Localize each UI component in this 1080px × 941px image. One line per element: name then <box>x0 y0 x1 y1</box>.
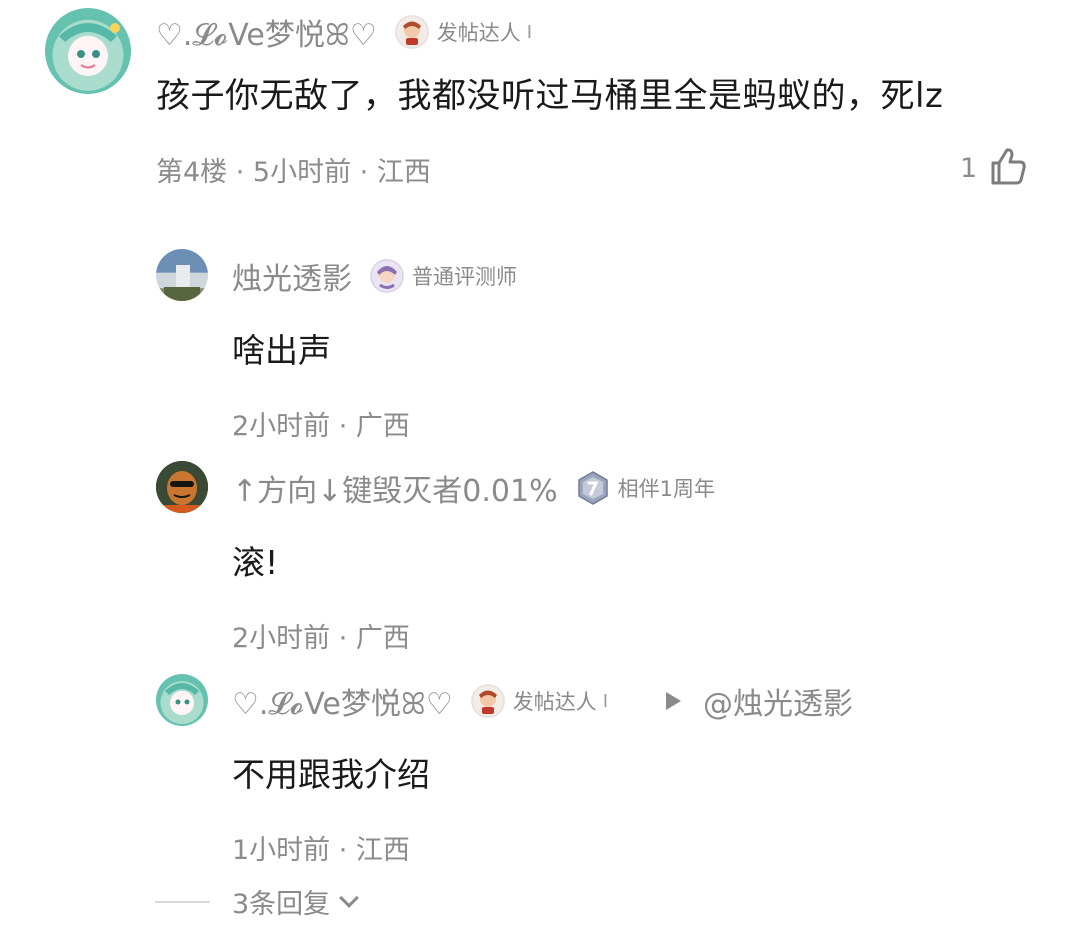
reply-header: 烛光透影 普通评测师 <box>232 254 517 298</box>
username[interactable]: ↑方向↓键毁灭者0.01% <box>232 466 558 510</box>
reply-arrow-icon <box>666 692 682 710</box>
badge-icon <box>470 684 505 718</box>
badge-label: 普通评测师 <box>412 265 517 289</box>
username[interactable]: 烛光透影 <box>232 254 352 298</box>
avatar[interactable] <box>45 8 131 94</box>
badge-label: 发帖达人 <box>436 21 521 45</box>
badge-icon <box>394 15 429 49</box>
comment-text: 孩子你无敌了，我都没听过马桶里全是蚂蚁的，死lz <box>156 76 944 116</box>
avatar[interactable] <box>156 674 208 726</box>
reply-text: 滚! <box>232 543 279 582</box>
chevron-down-icon <box>339 887 360 908</box>
badge-icon <box>370 259 404 293</box>
reply-meta: 2小时前 · 广西 <box>232 411 410 442</box>
reply-text: 不用跟我介绍 <box>232 755 430 794</box>
user-badge[interactable]: 普通评测师 <box>370 259 517 293</box>
expand-replies-button[interactable]: 3条回复 <box>155 882 360 921</box>
badge-separator: I <box>526 21 533 43</box>
divider <box>155 900 210 903</box>
reply-header: ♡.𝓛𝓸Ve梦悦ꕤ♡ 发帖达人 I @烛光透影 <box>232 679 853 723</box>
comment-header: ♡.𝓛𝓸Ve梦悦ꕤ♡ 发帖达人 I <box>156 10 532 54</box>
thumbs-up-icon <box>987 145 1029 191</box>
user-badge[interactable]: 发帖达人 I <box>470 684 609 718</box>
reply-meta: 1小时前 · 江西 <box>232 835 410 866</box>
user-badge[interactable]: 发帖达人 I <box>394 15 533 49</box>
anniversary-badge-icon <box>576 471 610 505</box>
reply-meta: 2小时前 · 广西 <box>232 623 410 654</box>
reply-to[interactable]: @烛光透影 <box>666 679 853 723</box>
like-count: 1 <box>960 152 978 184</box>
user-badge[interactable]: 相伴1周年 <box>576 471 715 505</box>
reply-text: 啥出声 <box>232 331 331 370</box>
username[interactable]: ♡.𝓛𝓸Ve梦悦ꕤ♡ <box>156 10 377 54</box>
avatar[interactable] <box>156 249 208 301</box>
like-button[interactable]: 1 <box>960 145 1029 191</box>
reply-to-user[interactable]: @烛光透影 <box>703 679 853 723</box>
reply-header: ↑方向↓键毁灭者0.01% 相伴1周年 <box>232 466 715 510</box>
username[interactable]: ♡.𝓛𝓸Ve梦悦ꕤ♡ <box>232 679 453 723</box>
badge-label: 相伴1周年 <box>617 477 715 501</box>
comment-meta: 第4楼 · 5小时前 · 江西 <box>156 157 431 188</box>
expand-replies-label: 3条回复 <box>232 889 331 920</box>
badge-label: 发帖达人 <box>512 690 597 714</box>
avatar[interactable] <box>156 461 208 513</box>
badge-separator: I <box>602 690 609 712</box>
